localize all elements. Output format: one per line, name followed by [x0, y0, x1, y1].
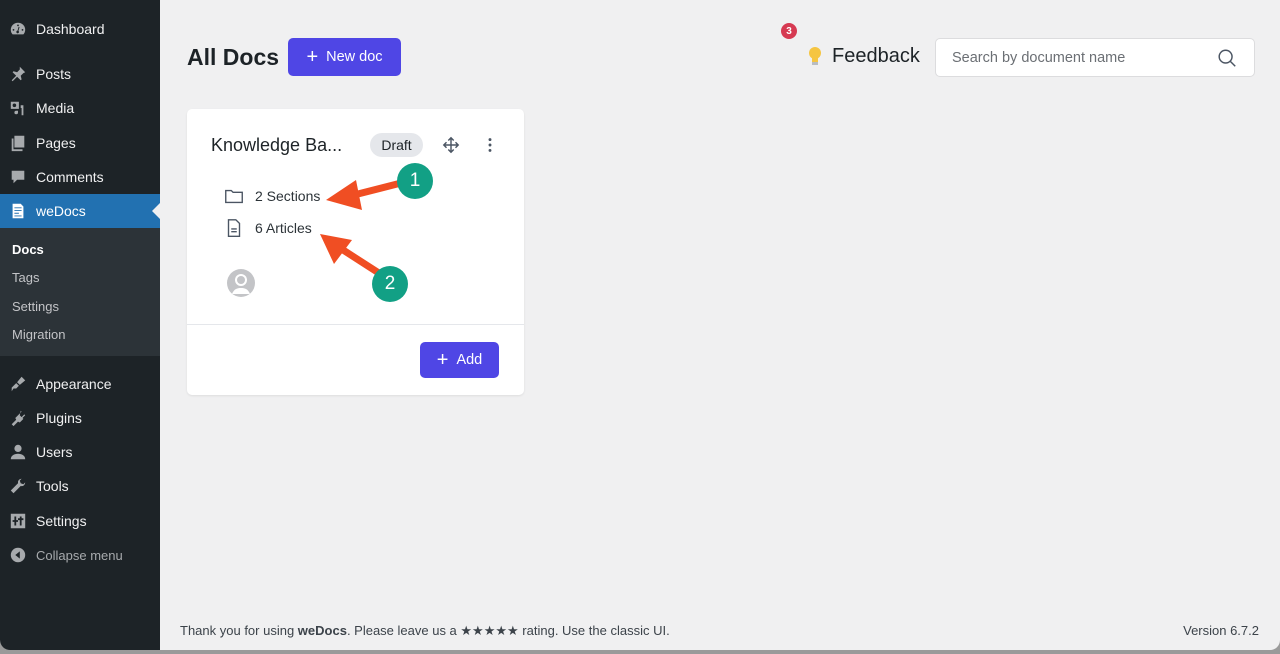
feedback-label: Feedback — [832, 45, 920, 67]
media-icon — [0, 99, 36, 117]
plus-icon: + — [306, 46, 319, 68]
annotation-marker-1: 1 — [397, 163, 433, 199]
sidebar-item-wedocs[interactable]: weDocs — [0, 194, 160, 228]
submenu-item-migration[interactable]: Migration — [12, 327, 65, 342]
sidebar-item-posts[interactable]: Posts — [0, 57, 160, 91]
sidebar-item-pages[interactable]: Pages — [0, 126, 160, 160]
sidebar-item-settings[interactable]: Settings — [0, 504, 160, 538]
rating-stars-link[interactable]: ★★★★★ — [460, 623, 518, 638]
sidebar-item-comments[interactable]: Comments — [0, 160, 160, 194]
sidebar-item-label: Posts — [36, 66, 72, 82]
search-box — [935, 38, 1255, 77]
plug-icon — [0, 409, 36, 427]
sidebar-item-users[interactable]: Users — [0, 435, 160, 469]
articles-count[interactable]: 6 Articles — [223, 217, 312, 239]
search-icon[interactable] — [1216, 47, 1238, 69]
app-window: Dashboard Posts Media Pages Comments weD… — [0, 0, 1280, 650]
move-icon[interactable] — [442, 136, 460, 154]
lightbulb-icon — [808, 46, 822, 68]
more-options-icon[interactable] — [481, 136, 499, 154]
doc-card: Knowledge Ba... Draft 2 Sections 6 Artic… — [187, 109, 524, 395]
document-icon — [0, 202, 36, 220]
sidebar-item-tools[interactable]: Tools — [0, 469, 160, 503]
footer-suffix: rating. Use the classic UI. — [518, 623, 670, 638]
annotation-marker-2: 2 — [372, 266, 408, 302]
sidebar-item-label: Plugins — [36, 410, 82, 426]
footer-prefix: Thank you for using — [180, 623, 298, 638]
sidebar-item-label: Dashboard — [36, 21, 105, 37]
submenu-item-settings[interactable]: Settings — [12, 299, 59, 314]
feedback-badge: 3 — [781, 23, 797, 39]
folder-icon — [225, 189, 243, 204]
sidebar-item-label: weDocs — [36, 203, 86, 219]
version-label: Version 6.7.2 — [1183, 623, 1259, 638]
submenu-item-docs[interactable]: Docs — [12, 242, 44, 257]
sections-count[interactable]: 2 Sections — [223, 185, 320, 207]
add-button[interactable]: + Add — [420, 342, 499, 378]
footer-thanks: Thank you for using weDocs. Please leave… — [180, 623, 670, 639]
sidebar-item-label: Pages — [36, 135, 76, 151]
articles-label: 6 Articles — [255, 220, 312, 236]
page-title: All Docs — [187, 44, 280, 70]
sidebar-item-appearance[interactable]: Appearance — [0, 367, 160, 401]
footer-brand-link[interactable]: weDocs — [298, 623, 347, 638]
new-doc-button[interactable]: + New doc — [288, 38, 401, 76]
dashboard-icon — [0, 20, 36, 38]
collapse-label: Collapse menu — [36, 547, 123, 563]
file-icon — [227, 219, 241, 237]
pages-icon — [0, 134, 36, 152]
search-input[interactable] — [952, 49, 1216, 66]
sidebar-item-plugins[interactable]: Plugins — [0, 401, 160, 435]
card-divider — [187, 324, 524, 325]
status-badge: Draft — [370, 133, 423, 157]
sidebar-item-label: Tools — [36, 478, 69, 494]
sidebar-item-label: Settings — [36, 513, 87, 529]
feedback-button[interactable]: Feedback — [808, 45, 920, 68]
collapse-icon — [0, 546, 36, 564]
admin-sidebar: Dashboard Posts Media Pages Comments weD… — [0, 0, 160, 650]
comment-icon — [0, 168, 36, 186]
author-avatar — [227, 269, 255, 297]
sidebar-item-dashboard[interactable]: Dashboard — [0, 12, 160, 46]
add-label: Add — [456, 352, 483, 368]
sidebar-item-label: Users — [36, 444, 73, 460]
pin-icon — [0, 65, 36, 83]
submenu-item-tags[interactable]: Tags — [12, 270, 39, 285]
sections-label: 2 Sections — [255, 188, 321, 204]
wrench-icon — [0, 477, 36, 495]
sliders-icon — [0, 512, 36, 530]
sidebar-item-label: Appearance — [36, 376, 112, 392]
brush-icon — [0, 375, 36, 393]
footer-middle: . Please leave us a — [346, 623, 461, 638]
sidebar-item-label: Comments — [36, 169, 104, 185]
sidebar-item-label: Media — [36, 100, 75, 116]
collapse-menu-button[interactable]: Collapse menu — [0, 538, 160, 572]
plus-icon: + — [436, 349, 449, 371]
doc-title[interactable]: Knowledge Ba... — [211, 135, 342, 156]
new-doc-label: New doc — [326, 49, 383, 65]
user-icon — [0, 443, 36, 461]
sidebar-item-media[interactable]: Media — [0, 91, 160, 125]
wedocs-submenu: Docs Tags Settings Migration — [0, 228, 160, 356]
